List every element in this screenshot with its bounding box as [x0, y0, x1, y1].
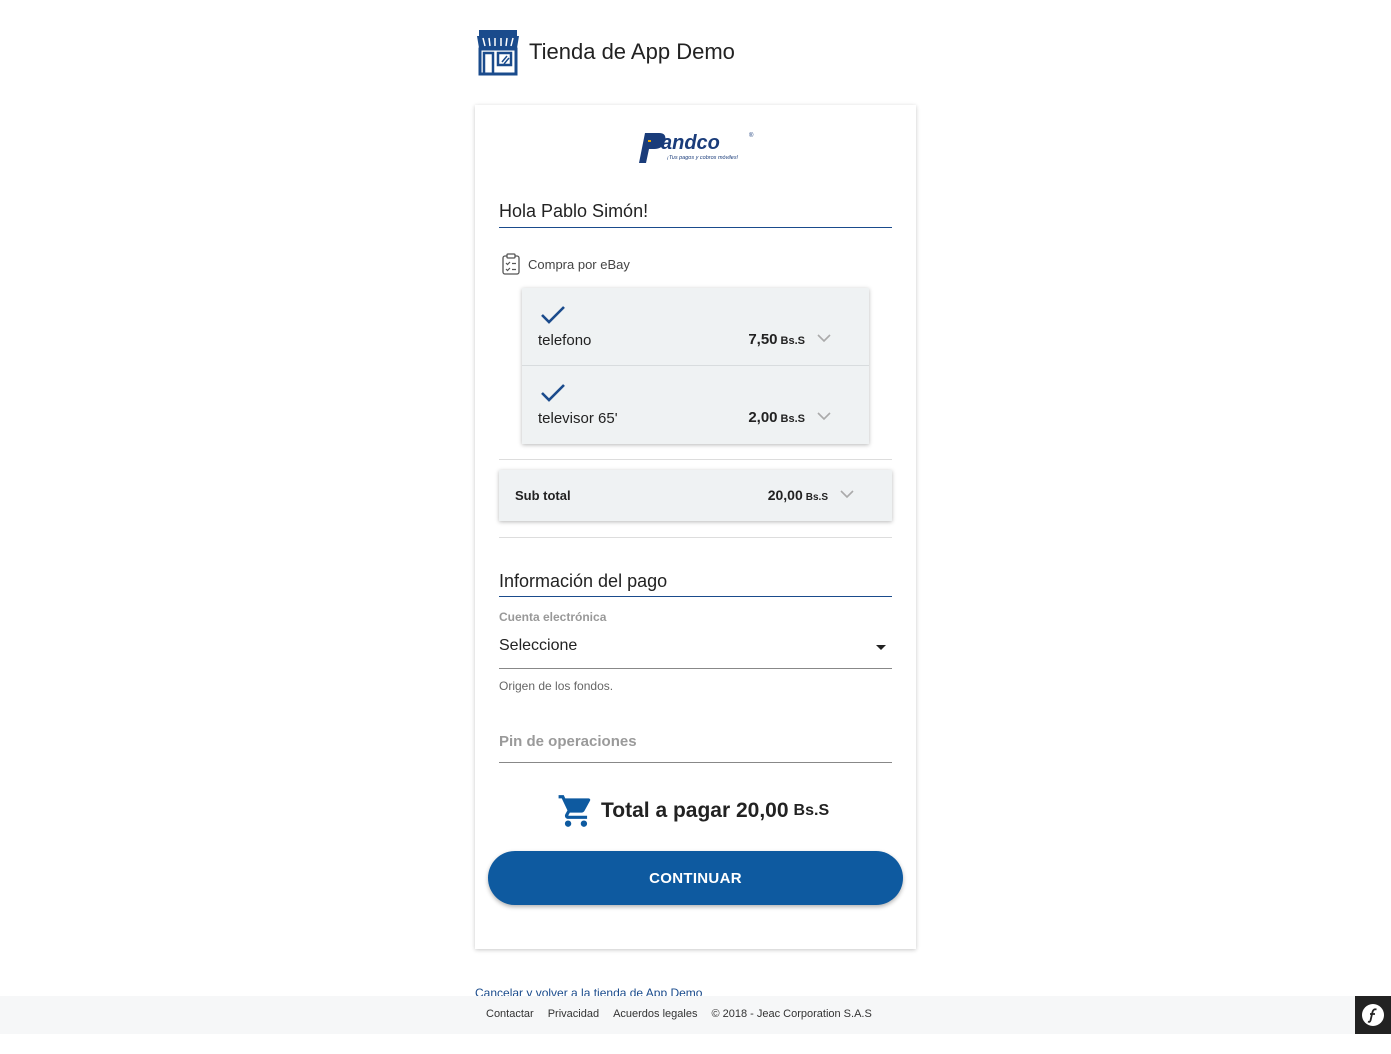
chevron-down-icon[interactable]	[817, 412, 831, 421]
purchase-heading: Compra por eBay	[501, 253, 630, 275]
item-list: telefono 7,50 Bs.S televisor 65' 2,00 Bs.S	[522, 288, 869, 444]
symfony-icon	[1362, 1004, 1384, 1026]
store-icon	[477, 30, 519, 76]
item-currency: Bs.S	[780, 413, 805, 425]
svg-text:andco: andco	[661, 132, 720, 154]
list-item[interactable]: televisor 65' 2,00 Bs.S	[522, 366, 869, 444]
continue-button[interactable]: CONTINUAR	[488, 851, 903, 905]
subtotal-row[interactable]: Sub total 20,00 Bs.S	[499, 470, 892, 521]
item-price: 7,50 Bs.S	[748, 331, 805, 348]
subtotal-label: Sub total	[515, 488, 571, 503]
subtotal-amount: 20,00	[767, 487, 803, 503]
total-to-pay: Total a pagar 20,00 Bs.S	[557, 792, 829, 830]
subtotal-price: 20,00 Bs.S	[768, 487, 828, 503]
cancel-return-link[interactable]: Cancelar y volver a la tienda de App Dem…	[475, 986, 702, 996]
pin-field	[499, 727, 892, 763]
footer-copyright: © 2018 - Jeac Corporation S.A.S	[711, 1008, 872, 1020]
chevron-down-icon[interactable]	[840, 490, 854, 499]
caret-down-icon	[876, 645, 886, 650]
item-amount: 7,50	[748, 331, 778, 348]
store-header: Tienda de App Demo	[475, 28, 735, 76]
svg-text:®: ®	[749, 132, 754, 139]
total-amount: 20,00	[735, 799, 789, 822]
account-field-label: Cuenta electrónica	[499, 610, 607, 624]
greeting-heading: Hola Pablo Simón!	[499, 201, 892, 228]
pin-input[interactable]	[499, 727, 892, 750]
footer-link-legal[interactable]: Acuerdos legales	[613, 1008, 697, 1020]
item-amount: 2,00	[748, 409, 778, 426]
svg-text:¡Tus pagos y cobros móviles!: ¡Tus pagos y cobros móviles!	[667, 155, 739, 161]
item-currency: Bs.S	[780, 335, 805, 347]
divider	[499, 459, 892, 460]
account-select-value: Seleccione	[499, 637, 578, 654]
subtotal-currency: Bs.S	[805, 492, 828, 503]
account-hint: Origen de los fondos.	[499, 679, 614, 693]
list-item[interactable]: telefono 7,50 Bs.S	[522, 288, 869, 366]
store-title: Tienda de App Demo	[529, 39, 735, 64]
footer-link-privacy[interactable]: Privacidad	[548, 1008, 599, 1020]
payment-info-heading: Información del pago	[499, 571, 892, 597]
total-label: Total a pagar	[601, 799, 731, 822]
clipboard-checklist-icon	[502, 253, 520, 275]
footer-links: Contactar Privacidad Acuerdos legales © …	[486, 1008, 872, 1020]
total-currency: Bs.S	[793, 802, 830, 819]
footer-link-contact[interactable]: Contactar	[486, 1008, 534, 1020]
divider	[499, 537, 892, 538]
pandco-logo: andco ® ¡Tus pagos y cobros móviles!	[639, 132, 754, 163]
check-icon	[541, 384, 565, 402]
chevron-down-icon[interactable]	[817, 334, 831, 343]
checkout-card: andco ® ¡Tus pagos y cobros móviles! Hol…	[475, 105, 916, 949]
item-price: 2,00 Bs.S	[748, 409, 805, 426]
item-name: televisor 65'	[538, 410, 618, 427]
check-icon	[541, 306, 565, 324]
account-select[interactable]: Seleccione	[499, 632, 892, 669]
item-name: telefono	[538, 332, 592, 349]
shopping-cart-icon	[558, 795, 591, 827]
footer: Contactar Privacidad Acuerdos legales © …	[0, 996, 1391, 1034]
symfony-toolbar-icon[interactable]	[1355, 996, 1391, 1034]
purchase-heading-label: Compra por eBay	[528, 256, 630, 272]
